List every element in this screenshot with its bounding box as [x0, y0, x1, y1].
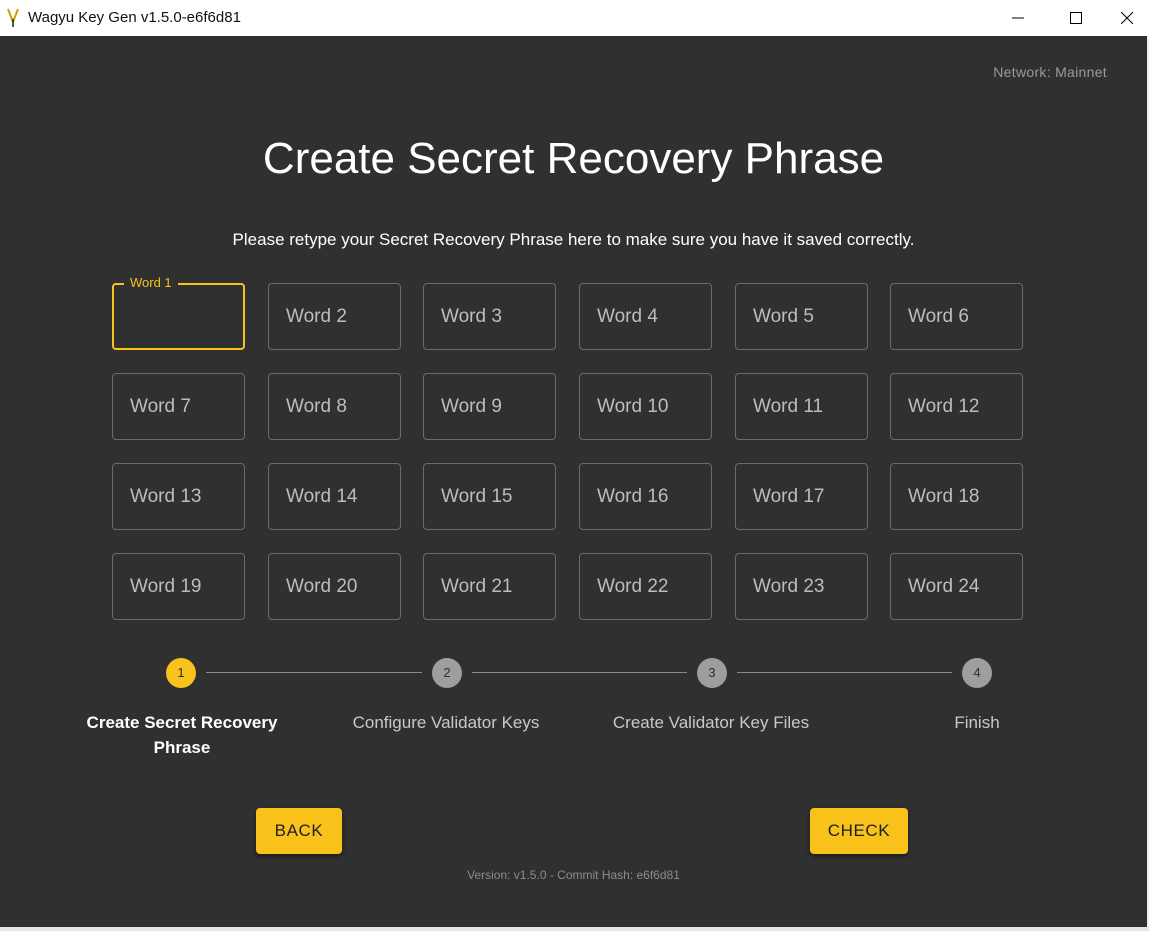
word-14-input[interactable]: Word 14: [268, 463, 401, 530]
word-20-label: Word 20: [286, 576, 358, 597]
word-8-input[interactable]: Word 8: [268, 373, 401, 440]
word-7-label: Word 7: [130, 396, 191, 417]
step-2-icon: 2: [432, 658, 462, 688]
word-9-label: Word 9: [441, 396, 502, 417]
word-13-input[interactable]: Word 13: [112, 463, 245, 530]
stepper-connector-1: [206, 672, 422, 673]
word-3-label: Word 3: [441, 306, 502, 327]
word-4-label: Word 4: [597, 306, 658, 327]
word-6-input[interactable]: Word 6: [890, 283, 1023, 350]
step-1-label: Create Secret Recovery Phrase: [86, 713, 278, 757]
step-3-icon: 3: [697, 658, 727, 688]
word-2-input[interactable]: Word 2: [268, 283, 401, 350]
word-7-input[interactable]: Word 7: [112, 373, 245, 440]
close-icon[interactable]: [1105, 0, 1149, 36]
word-6-label: Word 6: [908, 306, 969, 327]
word-10-input[interactable]: Word 10: [579, 373, 712, 440]
minimize-icon[interactable]: [989, 0, 1047, 36]
word-19-label: Word 19: [130, 576, 202, 597]
word-14-label: Word 14: [286, 486, 358, 507]
word-4-input[interactable]: Word 4: [579, 283, 712, 350]
word-18-label: Word 18: [908, 486, 980, 507]
word-17-label: Word 17: [753, 486, 825, 507]
word-21-label: Word 21: [441, 576, 513, 597]
word-21-input[interactable]: Word 21: [423, 553, 556, 620]
word-24-input[interactable]: Word 24: [890, 553, 1023, 620]
wagyu-app-icon: [6, 8, 20, 28]
word-10-label: Word 10: [597, 396, 669, 417]
word-11-label: Word 11: [753, 396, 824, 417]
step-4-label: Finish: [954, 713, 1000, 732]
word-18-input[interactable]: Word 18: [890, 463, 1023, 530]
word-23-label: Word 23: [753, 576, 825, 597]
word-5-label: Word 5: [753, 306, 814, 327]
title-bar: Wagyu Key Gen v1.5.0-e6f6d81: [0, 0, 1149, 36]
instructions-text: Please retype your Secret Recovery Phras…: [232, 230, 915, 249]
word-20-input[interactable]: Word 20: [268, 553, 401, 620]
word-22-label: Word 22: [597, 576, 669, 597]
word-1-label: Word 1: [124, 275, 178, 291]
word-15-label: Word 15: [441, 486, 513, 507]
word-24-label: Word 24: [908, 576, 980, 597]
word-1-input[interactable]: Word 1: [112, 275, 245, 350]
word-23-input[interactable]: Word 23: [735, 553, 868, 620]
word-15-input[interactable]: Word 15: [423, 463, 556, 530]
stepper-connector-3: [737, 672, 952, 673]
word-12-label: Word 12: [908, 396, 980, 417]
window-bottom-edge: [0, 927, 1149, 931]
word-3-input[interactable]: Word 3: [423, 283, 556, 350]
version-footer: Version: v1.5.0 - Commit Hash: e6f6d81: [467, 868, 680, 882]
word-16-input[interactable]: Word 16: [579, 463, 712, 530]
step-1-icon: 1: [166, 658, 196, 688]
word-5-input[interactable]: Word 5: [735, 283, 868, 350]
word-13-label: Word 13: [130, 486, 202, 507]
word-11-input[interactable]: Word 11: [735, 373, 868, 440]
check-button[interactable]: CHECK: [810, 808, 908, 854]
word-16-label: Word 16: [597, 486, 669, 507]
maximize-icon[interactable]: [1047, 0, 1105, 36]
step-4-icon: 4: [962, 658, 992, 688]
word-12-input[interactable]: Word 12: [890, 373, 1023, 440]
back-button[interactable]: BACK: [256, 808, 342, 854]
word-17-input[interactable]: Word 17: [735, 463, 868, 530]
step-2-label: Configure Validator Keys: [352, 713, 540, 732]
word-9-input[interactable]: Word 9: [423, 373, 556, 440]
word-19-input[interactable]: Word 19: [112, 553, 245, 620]
network-indicator: Network: Mainnet: [993, 64, 1107, 80]
word-2-label: Word 2: [286, 306, 347, 327]
stepper-connector-2: [472, 672, 687, 673]
word-22-input[interactable]: Word 22: [579, 553, 712, 620]
window-title: Wagyu Key Gen v1.5.0-e6f6d81: [28, 9, 241, 26]
main-content: Network: Mainnet Create Secret Recovery …: [0, 36, 1149, 927]
app-window: Wagyu Key Gen v1.5.0-e6f6d81 Network: Ma…: [0, 0, 1149, 931]
word-8-label: Word 8: [286, 396, 347, 417]
step-3-label: Create Validator Key Files: [612, 713, 810, 732]
page-title: Create Secret Recovery Phrase: [262, 134, 885, 183]
